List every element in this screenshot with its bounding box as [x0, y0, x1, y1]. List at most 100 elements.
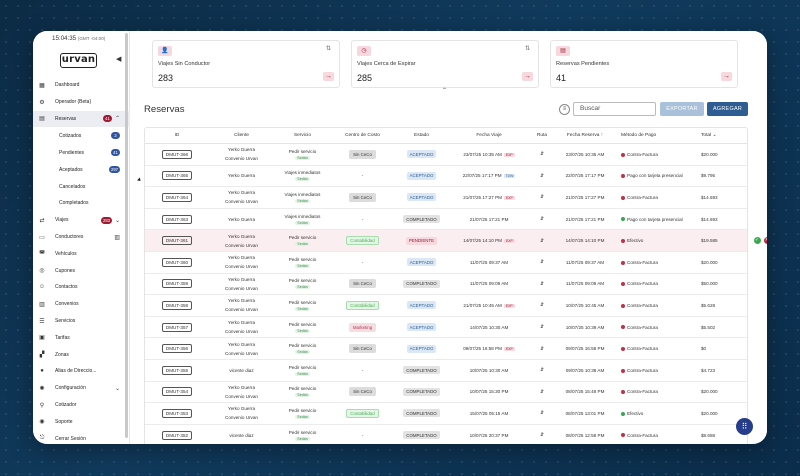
route-icon[interactable]: ⇵	[540, 259, 544, 264]
reservation-id[interactable]: DMUT-353	[161, 408, 193, 418]
route-icon[interactable]: ⇵	[540, 151, 544, 156]
table-row[interactable]: DMUT-365 Yerko Guerra Viajes inmediatos Sed…	[145, 166, 747, 188]
col-estado[interactable]: Estado	[394, 133, 449, 138]
card-viajes-cerca-expirar[interactable]: ◷ ⇅ Viajes Cerca de Expirar 285 →	[351, 40, 539, 88]
client-name: Yerko Guerra	[227, 276, 256, 282]
sidebar-item-configuraci-n[interactable]: ✺ Configuración ⌄	[33, 380, 130, 397]
route-icon[interactable]: ⇵	[540, 281, 544, 286]
reservation-id[interactable]: DMUT-358	[161, 300, 193, 310]
table-row[interactable]: DMUT-366 Yerko Guerra Convenio Urvan Pedir …	[145, 144, 747, 166]
route-icon[interactable]: ⇵	[540, 410, 544, 415]
apps-grid-button[interactable]: ⠿	[736, 418, 753, 435]
col-fecha-viaje[interactable]: Fecha Viaje	[449, 133, 529, 138]
col-centro-costo[interactable]: Centro de Costo	[331, 133, 394, 138]
col-id[interactable]: ID	[145, 133, 209, 138]
cell-fecha-viaje: 21/07/25 17:21 PM	[449, 217, 529, 222]
sidebar-item-tarifas[interactable]: ▣ Tarifas	[33, 329, 130, 346]
reject-icon[interactable]: ✕	[763, 237, 767, 245]
sort-icon[interactable]: ⇅	[525, 45, 530, 52]
sort-icon[interactable]: ⇅	[326, 45, 331, 52]
sidebar-item-alias-de-direccio[interactable]: ● Alias de Direccio...	[33, 363, 130, 380]
reservation-id[interactable]: DMUT-363	[161, 214, 193, 224]
route-icon[interactable]: ⇵	[540, 367, 544, 372]
route-icon[interactable]: ⇵	[540, 216, 544, 221]
search-input[interactable]: Buscar	[573, 102, 656, 116]
card-reservas-pendientes[interactable]: ▤ Reservas Pendientes 41 →	[550, 40, 738, 88]
table-row[interactable]: DMUT-356 Yerko Guerra Convenio Urvan Pedir …	[145, 338, 747, 360]
sidebar-item-soporte[interactable]: ◉ Soporte	[33, 413, 130, 430]
route-icon[interactable]: ⇵	[540, 324, 544, 329]
col-metodo-pago[interactable]: Método de Pago	[615, 133, 701, 138]
sidebar-item-convenios[interactable]: ▥ Convenios	[33, 296, 130, 313]
cell-servicio: Viajes inmediatos Sedán	[274, 192, 331, 203]
chevron-up-icon[interactable]: ⌃	[115, 115, 120, 122]
col-fecha-reserva[interactable]: Fecha Reserva ↑	[555, 133, 615, 138]
route-icon[interactable]: ⇵	[540, 302, 544, 307]
sidebar-item-cupones[interactable]: ◎ Cupones	[33, 262, 130, 279]
accept-icon[interactable]: ✓	[753, 237, 761, 245]
table-row[interactable]: DMUT-353 Yerko Guerra Convenio Urvan Pedir …	[145, 403, 747, 425]
route-icon[interactable]: ⇵	[540, 173, 544, 178]
reservation-id[interactable]: DMUT-356	[161, 344, 193, 354]
col-servicio[interactable]: Servicio	[274, 133, 331, 138]
sidebar-item-completados[interactable]: Completados	[33, 195, 130, 212]
card-viajes-sin-conductor[interactable]: 👤 ⇅ Viajes Sin Conductor 283 →	[152, 40, 340, 88]
table-row[interactable]: DMUT-357 Yerko Guerra Convenio Urvan Pedir …	[145, 317, 747, 339]
table-row[interactable]: DMUT-352 vicente diaz Pedir servicio Sedán -…	[145, 425, 747, 444]
sidebar-item-pendientes[interactable]: Pendientes 41	[33, 144, 130, 161]
sidebar-item-dashboard[interactable]: ▦ Dashboard	[33, 77, 130, 94]
reservation-id[interactable]: DMUT-365	[161, 171, 193, 181]
reservation-id[interactable]: DMUT-364	[161, 192, 193, 202]
sidebar-item-cancelados[interactable]: Cancelados	[33, 178, 130, 195]
reservation-id[interactable]: DMUT-357	[161, 322, 193, 332]
table-row[interactable]: DMUT-361 Yerko Guerra Convenio Urvan Pedir …	[145, 230, 767, 252]
table-row[interactable]: DMUT-358 Yerko Guerra Convenio Urvan Pedir …	[145, 295, 747, 317]
sidebar-item-aceptados[interactable]: Aceptados 297	[33, 161, 130, 178]
map-icon[interactable]: ▥	[114, 234, 120, 241]
sidebar-item-veh-culos[interactable]: ◚ Vehículos	[33, 245, 130, 262]
add-button[interactable]: AGREGAR	[707, 102, 748, 116]
table-row[interactable]: DMUT-354 Yerko Guerra Convenio Urvan Pedir …	[145, 382, 747, 404]
sidebar-item-servicios[interactable]: ☰ Servicios	[33, 313, 130, 330]
route-icon[interactable]: ⇵	[540, 389, 544, 394]
reservation-id[interactable]: DMUT-366	[161, 149, 193, 159]
reservation-id[interactable]: DMUT-354	[161, 387, 193, 397]
reservation-id[interactable]: DMUT-359	[161, 279, 193, 289]
reservation-id[interactable]: DMUT-352	[161, 430, 193, 440]
chevron-down-icon[interactable]: ⌄	[115, 385, 120, 392]
col-total[interactable]: Total ⌄	[701, 133, 747, 138]
route-icon[interactable]: ⇵	[540, 238, 544, 243]
collapse-sidebar-icon[interactable]: ◀	[116, 55, 121, 63]
col-cliente[interactable]: Cliente	[209, 133, 274, 138]
sidebar-item-cerrar-sesi-n[interactable]: ⎋ Cerrar Sesión	[33, 430, 130, 444]
collapse-cards-icon[interactable]: ⌃	[442, 87, 447, 94]
sidebar-item-viajes[interactable]: ⇄ Viajes 283 ⌄	[33, 212, 130, 229]
arrow-right-icon[interactable]: →	[522, 72, 533, 81]
table-row[interactable]: DMUT-359 Yerko Guerra Convenio Urvan Pedir …	[145, 274, 747, 296]
sidebar-item-conductores[interactable]: ▭ Conductores ▥	[33, 229, 130, 246]
sidebar-scrollbar[interactable]	[125, 33, 128, 438]
arrow-right-icon[interactable]: →	[323, 72, 334, 81]
expiry-tag: EXP	[503, 152, 515, 157]
table-row[interactable]: DMUT-360 Yerko Guerra Convenio Urvan Pedir …	[145, 252, 747, 274]
sidebar-item-contactos[interactable]: ☺ Contactos	[33, 279, 130, 296]
table-row[interactable]: DMUT-364 Yerko Guerra Convenio Urvan Viajes…	[145, 187, 747, 209]
route-icon[interactable]: ⇵	[540, 432, 544, 437]
sidebar-item-reservas[interactable]: ▤ Reservas 41 ⌃	[33, 110, 130, 128]
sidebar-item-operador-beta[interactable]: ⚙ Operador (Beta)	[33, 94, 130, 111]
arrow-right-icon[interactable]: →	[721, 72, 732, 81]
route-icon[interactable]: ⇵	[540, 346, 544, 351]
reservation-id[interactable]: DMUT-355	[161, 365, 193, 375]
table-row[interactable]: DMUT-363 Yerko Guerra Viajes inmediatos Sed…	[145, 209, 747, 231]
sidebar-item-cotizados[interactable]: Cotizados 2	[33, 127, 130, 144]
table-row[interactable]: DMUT-355 vicente diaz Pedir servicio Sedán -…	[145, 360, 747, 382]
route-icon[interactable]: ⇵	[540, 194, 544, 199]
reservation-id[interactable]: DMUT-361	[161, 236, 193, 246]
chevron-down-icon[interactable]: ⌄	[115, 217, 120, 224]
export-button[interactable]: EXPORTAR	[660, 102, 704, 116]
col-ruta[interactable]: Ruta	[529, 133, 555, 138]
sidebar-item-zonas[interactable]: ▞ Zonas	[33, 346, 130, 363]
reservation-id[interactable]: DMUT-360	[161, 257, 193, 267]
filter-icon[interactable]: ≡	[559, 104, 570, 115]
sidebar-item-cotizador[interactable]: ⚲ Cotizador	[33, 397, 130, 414]
